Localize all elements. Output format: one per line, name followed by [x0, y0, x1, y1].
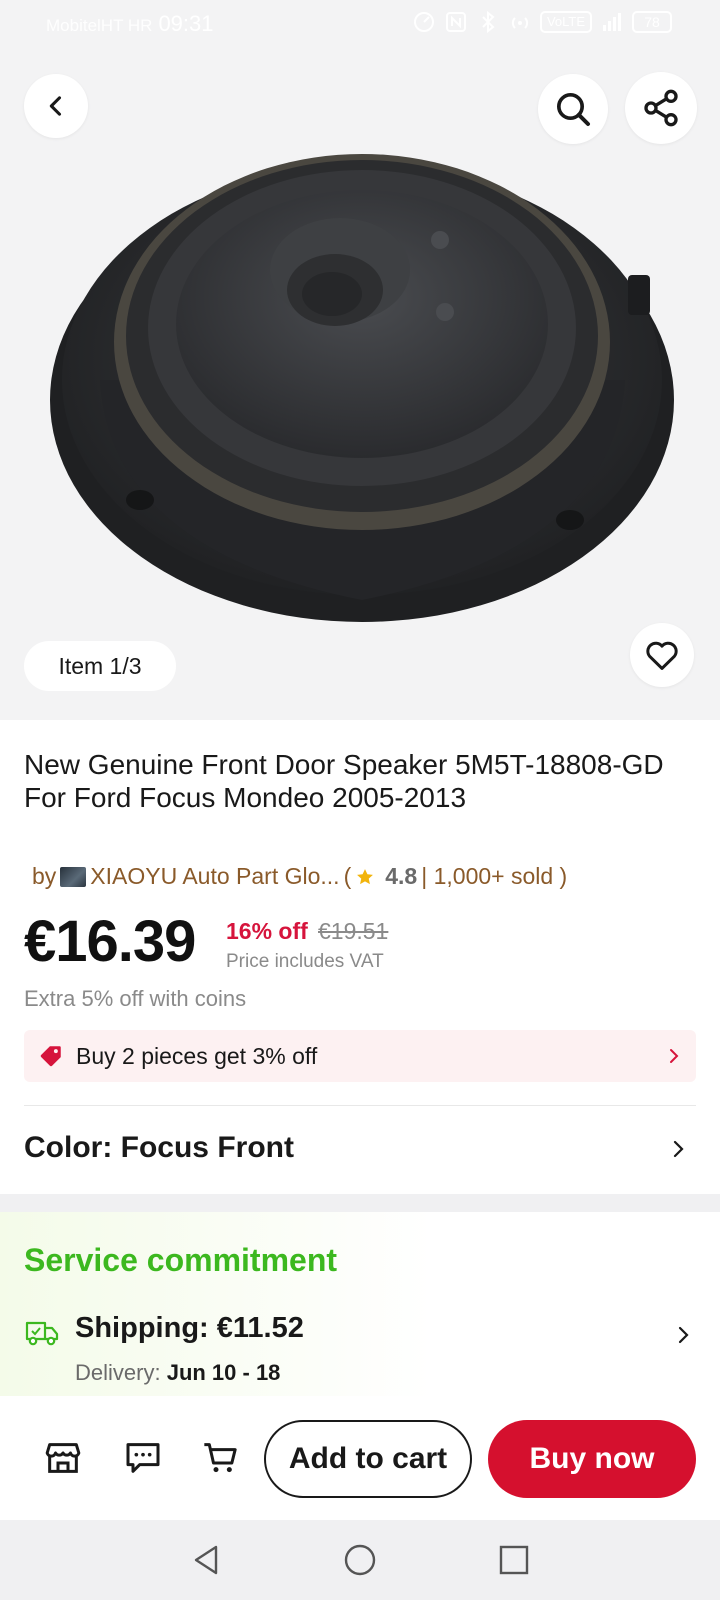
- data-saver-icon: [413, 12, 434, 32]
- share-button[interactable]: [625, 72, 697, 144]
- delivery-dates: Jun 10 - 18: [166, 1360, 281, 1385]
- cart-button[interactable]: [200, 1437, 242, 1479]
- search-icon: [557, 93, 590, 126]
- nav-recents-icon[interactable]: [494, 1540, 534, 1580]
- original-price: €19.51: [318, 918, 389, 944]
- bluetooth-icon: [482, 10, 495, 34]
- heart-icon: [646, 641, 678, 670]
- bottom-action-bar: Add to cart Buy now: [0, 1396, 720, 1520]
- carrier-name: MobitelHT HR: [46, 16, 153, 35]
- clock: 09:31: [158, 11, 214, 36]
- share-icon: [644, 89, 678, 127]
- truck-icon: [25, 1321, 59, 1346]
- store-button[interactable]: [42, 1437, 84, 1479]
- wishlist-button[interactable]: [630, 623, 694, 687]
- buy-now-button[interactable]: Buy now: [488, 1420, 696, 1498]
- system-navigation-bar: [0, 1520, 720, 1600]
- store-link[interactable]: by XIAOYU Auto Part Glo... ( 4.8 | 1,000…: [32, 863, 567, 890]
- current-price: €16.39: [24, 909, 196, 974]
- nav-back-icon[interactable]: [186, 1540, 226, 1580]
- search-button[interactable]: [538, 74, 608, 144]
- promo-text: Buy 2 pieces get 3% off: [76, 1042, 318, 1069]
- hotspot-icon: [511, 17, 529, 29]
- delivery-estimate: Delivery: Jun 10 - 18: [75, 1360, 280, 1386]
- star-icon: [357, 868, 374, 884]
- nav-home-icon[interactable]: [340, 1540, 380, 1580]
- message-button[interactable]: [122, 1437, 164, 1479]
- store-rating: 4.8: [385, 863, 418, 889]
- discount-badge: 16% off: [226, 918, 308, 944]
- color-label: Color: Focus Front: [24, 1131, 294, 1164]
- message-icon: [126, 1443, 160, 1473]
- signal-icon: [603, 13, 621, 31]
- product-info: New Genuine Front Door Speaker 5M5T-1880…: [0, 720, 720, 1194]
- store-paren: (: [343, 863, 352, 889]
- cart-icon: [204, 1443, 237, 1473]
- coins-offer: Extra 5% off with coins: [24, 986, 247, 1011]
- product-image[interactable]: [40, 80, 690, 640]
- store-name: XIAOYU Auto Part Glo...: [90, 863, 340, 889]
- chevron-right-icon: [673, 1140, 684, 1158]
- sold-count: | 1,000+ sold ): [421, 863, 568, 889]
- chevron-right-icon[interactable]: [676, 1324, 692, 1346]
- service-title: Service commitment: [24, 1242, 338, 1278]
- chevron-left-icon: [49, 96, 62, 116]
- product-gallery[interactable]: MobitelHT HR 09:31 VoLTE 78 Item 1/3: [0, 0, 720, 720]
- divider: [24, 1105, 696, 1106]
- store-icon: [45, 1443, 81, 1473]
- store-avatar: [60, 866, 87, 887]
- bundle-promo[interactable]: Buy 2 pieces get 3% off: [24, 1030, 696, 1082]
- price-tag-icon: [40, 1046, 61, 1067]
- delivery-prefix: Delivery:: [75, 1360, 161, 1385]
- back-button[interactable]: [24, 74, 88, 138]
- product-title: New Genuine Front Door Speaker 5M5T-1880…: [24, 749, 664, 813]
- chevron-right-icon: [670, 1049, 679, 1063]
- add-to-cart-button[interactable]: Add to cart: [264, 1420, 472, 1498]
- store-prefix: by: [32, 863, 57, 889]
- battery-indicator: 78: [632, 11, 672, 33]
- image-counter: Item 1/3: [24, 641, 176, 691]
- status-bar: MobitelHT HR 09:31 VoLTE 78: [0, 0, 720, 46]
- shipping-cost[interactable]: Shipping: €11.52: [75, 1312, 304, 1345]
- vat-note: Price includes VAT: [226, 951, 384, 972]
- nfc-icon: [445, 12, 466, 32]
- color-selector[interactable]: Color: Focus Front: [24, 1120, 696, 1176]
- volte-badge: VoLTE: [539, 11, 592, 33]
